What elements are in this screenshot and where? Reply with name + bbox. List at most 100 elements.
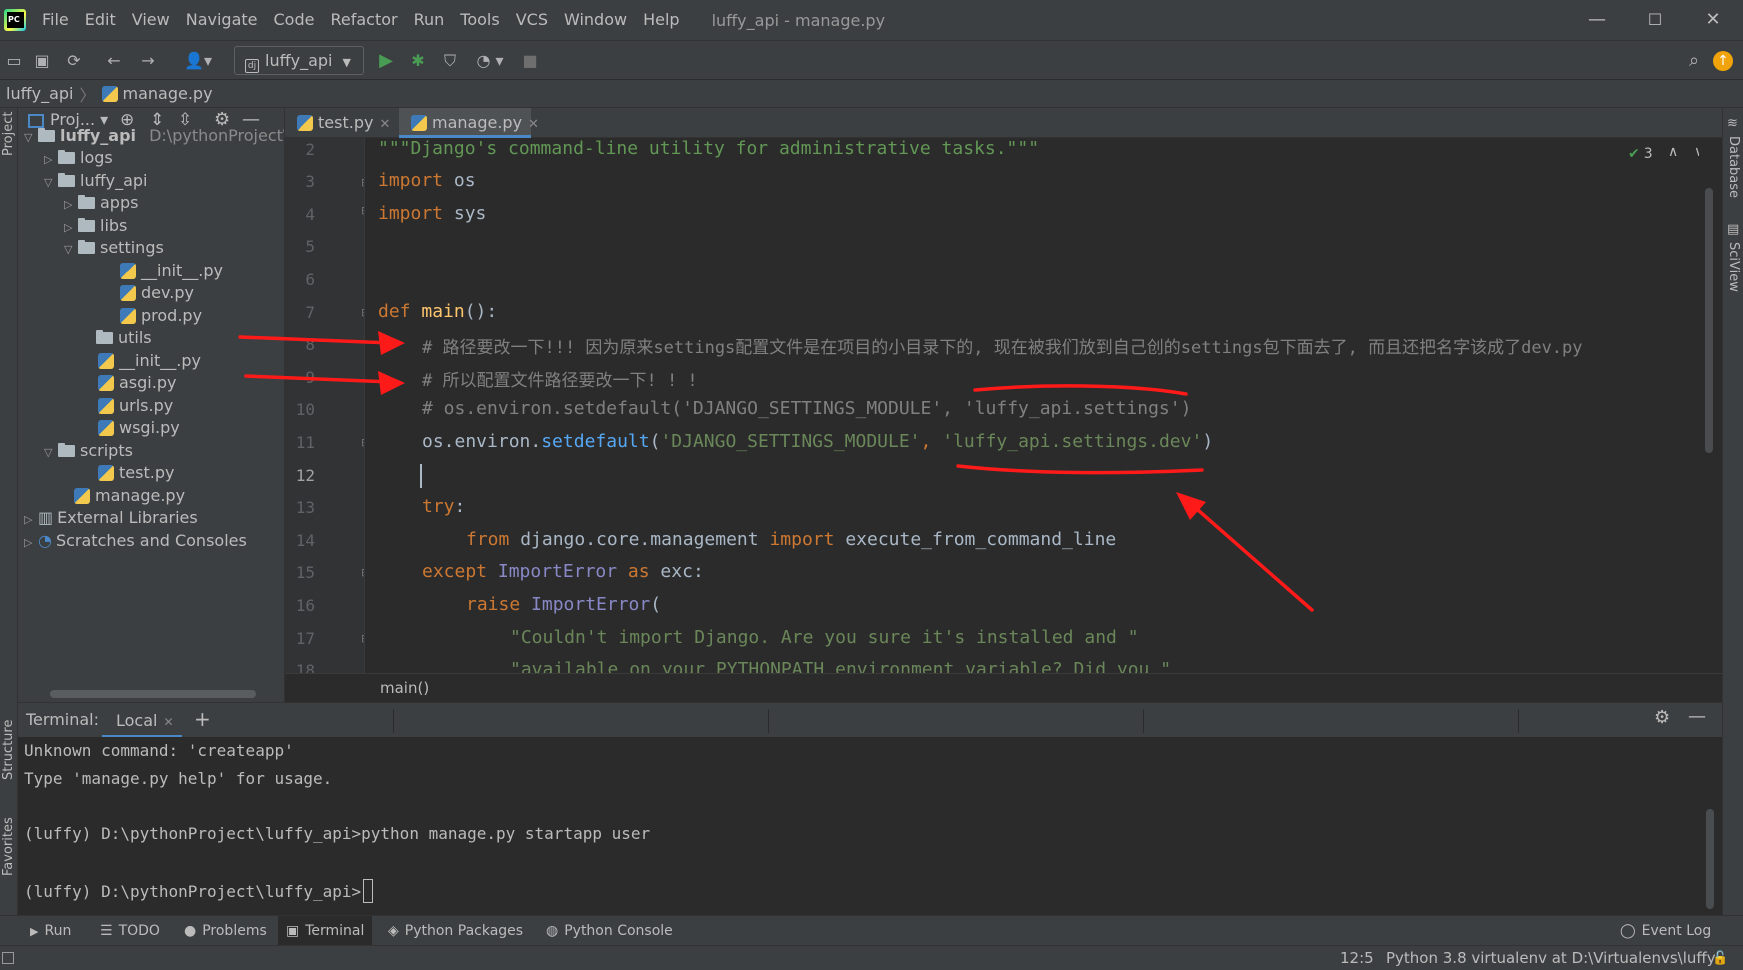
fold-marker-icon[interactable]: ⊟: [361, 436, 364, 449]
horizontal-scrollbar[interactable]: [50, 690, 256, 698]
menu-edit[interactable]: Edit: [77, 0, 124, 40]
inspection-ok-icon[interactable]: ✔ 3: [1628, 146, 1653, 162]
lock-icon[interactable]: 🔓: [1712, 946, 1728, 970]
function-crumb[interactable]: main(): [380, 674, 429, 703]
code-line-15: except ImportError as exc:: [422, 561, 704, 582]
todo-tool-button[interactable]: ☰ TODO: [92, 916, 168, 946]
event-log-button[interactable]: ◯ Event Log: [1612, 916, 1719, 946]
python-packages-tool-button[interactable]: ◈ Python Packages: [380, 916, 531, 946]
line-number: 3: [305, 172, 315, 191]
divider: [768, 709, 769, 733]
menu-help[interactable]: Help: [635, 0, 687, 40]
tree-item-test-py[interactable]: test.py: [98, 460, 174, 485]
fold-marker-icon[interactable]: ⊟: [361, 176, 364, 189]
terminal-tab-local[interactable]: Local ✕: [102, 703, 182, 738]
close-tab-icon[interactable]: ✕: [528, 117, 539, 132]
code-line-14: from django.core.management import execu…: [466, 529, 1117, 550]
structure-tool-tab[interactable]: Structure: [1, 720, 16, 780]
chevron-down-icon: ▽: [24, 131, 33, 144]
line-number: 13: [295, 498, 315, 517]
fold-marker-icon[interactable]: ⊟: [361, 204, 364, 217]
tree-item-dev-py[interactable]: dev.py: [120, 280, 194, 305]
terminal-header: Terminal: Local ✕ + ⚙ —: [18, 702, 1722, 738]
menu-navigate[interactable]: Navigate: [178, 0, 266, 40]
breadcrumb-project[interactable]: luffy_api: [6, 84, 73, 103]
run-icon[interactable]: ▶: [374, 49, 398, 73]
run-configuration-selector[interactable]: dj luffy_api ▼: [234, 46, 364, 75]
divider: [1143, 709, 1144, 733]
terminal-output[interactable]: Unknown command: 'createapp' Type 'manag…: [18, 737, 1722, 915]
run-tool-button[interactable]: ▶ Run: [22, 916, 79, 946]
hide-panel-icon[interactable]: —: [1688, 706, 1706, 727]
menu-code[interactable]: Code: [266, 0, 323, 40]
debug-icon[interactable]: ✱: [406, 49, 430, 73]
back-icon[interactable]: ←: [102, 49, 126, 73]
tree-item-apps[interactable]: ▷ apps: [64, 190, 138, 215]
problems-tool-button[interactable]: ● Problems: [176, 916, 275, 946]
breadcrumb: luffy_api 〉 manage.py: [0, 80, 1743, 108]
code-editor[interactable]: """Django's command-line utility for adm…: [366, 138, 1699, 673]
close-tab-icon[interactable]: ✕: [379, 117, 390, 132]
project-tool-tab[interactable]: Project: [1, 112, 16, 156]
tree-item-logs[interactable]: ▷ logs: [44, 145, 113, 170]
toggle-tool-windows-icon[interactable]: [2, 952, 14, 964]
fold-marker-icon[interactable]: ⊟: [361, 566, 364, 579]
run-config-label: luffy_api: [265, 51, 333, 70]
scrollbar-thumb[interactable]: [1705, 188, 1713, 453]
menu-vcs[interactable]: VCS: [508, 0, 556, 40]
terminal-tool-button[interactable]: ▣ Terminal: [278, 916, 373, 946]
vcs-user-icon[interactable]: 👤▾: [180, 49, 216, 73]
breadcrumb-file[interactable]: manage.py: [123, 84, 213, 103]
terminal-line: Unknown command: 'createapp': [24, 741, 294, 760]
terminal-cursor: [363, 879, 374, 903]
menu-view[interactable]: View: [124, 0, 178, 40]
code-line-18: "available on your PYTHONPATH environmen…: [510, 659, 1172, 673]
terminal-label: Terminal:: [26, 710, 100, 729]
tree-item-wsgi-py[interactable]: wsgi.py: [98, 415, 180, 440]
close-button[interactable]: ✕: [1684, 0, 1742, 40]
python-file-icon: [98, 353, 114, 369]
save-all-icon[interactable]: ▣: [30, 49, 54, 73]
fold-marker-icon[interactable]: ⊟: [361, 306, 364, 319]
chevron-up-icon[interactable]: ∧: [1668, 144, 1678, 160]
search-everywhere-icon[interactable]: ⌕: [1682, 49, 1706, 73]
sciview-tool-tab[interactable]: SciView: [1726, 242, 1741, 292]
tree-item-asgi-py[interactable]: asgi.py: [98, 370, 176, 395]
interpreter-selector[interactable]: Python 3.8 virtualenv at D:\Virtualenvs\…: [1386, 946, 1716, 970]
synchronize-icon[interactable]: ⟳: [62, 49, 86, 73]
code-line-13: try:: [422, 496, 466, 517]
add-terminal-icon[interactable]: +: [194, 707, 211, 731]
database-tool-tab[interactable]: Database: [1726, 136, 1741, 198]
update-icon[interactable]: ↑: [1713, 51, 1733, 71]
fold-marker-icon[interactable]: ⊟: [361, 632, 364, 645]
tree-item-scratches[interactable]: ▷ ◔ Scratches and Consoles: [24, 528, 247, 553]
terminal-scrollbar[interactable]: [1706, 809, 1714, 909]
coverage-icon[interactable]: ⛉: [438, 49, 462, 73]
python-console-tool-button[interactable]: ◍ Python Console: [538, 916, 681, 946]
menu-tools[interactable]: Tools: [452, 0, 507, 40]
maximize-button[interactable]: ☐: [1626, 0, 1684, 40]
tab-manage-py[interactable]: manage.py ✕: [399, 108, 539, 138]
forward-icon[interactable]: →: [136, 49, 160, 73]
menu-refactor[interactable]: Refactor: [322, 0, 405, 40]
menu-run[interactable]: Run: [406, 0, 453, 40]
minimize-button[interactable]: —: [1568, 0, 1626, 40]
database-icon: ≋: [1727, 116, 1738, 131]
event-log-icon: ◯: [1620, 923, 1636, 939]
menu-file[interactable]: File: [34, 0, 77, 40]
tree-item-utils[interactable]: utils: [96, 325, 152, 350]
tab-test-py[interactable]: test.py ✕: [285, 108, 395, 138]
menu-window[interactable]: Window: [556, 0, 635, 40]
editor-scrollbar[interactable]: [1699, 138, 1722, 673]
caret-position[interactable]: 12:5: [1340, 946, 1374, 970]
favorites-tool-tab[interactable]: Favorites: [1, 817, 16, 876]
tree-item-external-libraries[interactable]: ▷ ▥ External Libraries: [24, 505, 198, 530]
tree-item-settings[interactable]: ▽ settings: [64, 235, 164, 260]
stop-icon[interactable]: ■: [518, 49, 542, 73]
gear-icon[interactable]: ⚙: [1654, 707, 1670, 728]
code-line-4: import sys: [378, 203, 487, 224]
folder-icon: [78, 195, 95, 209]
close-tab-icon[interactable]: ✕: [163, 715, 173, 729]
open-folder-icon[interactable]: ▭: [2, 49, 26, 73]
profile-icon[interactable]: ◔ ▾: [470, 49, 510, 73]
